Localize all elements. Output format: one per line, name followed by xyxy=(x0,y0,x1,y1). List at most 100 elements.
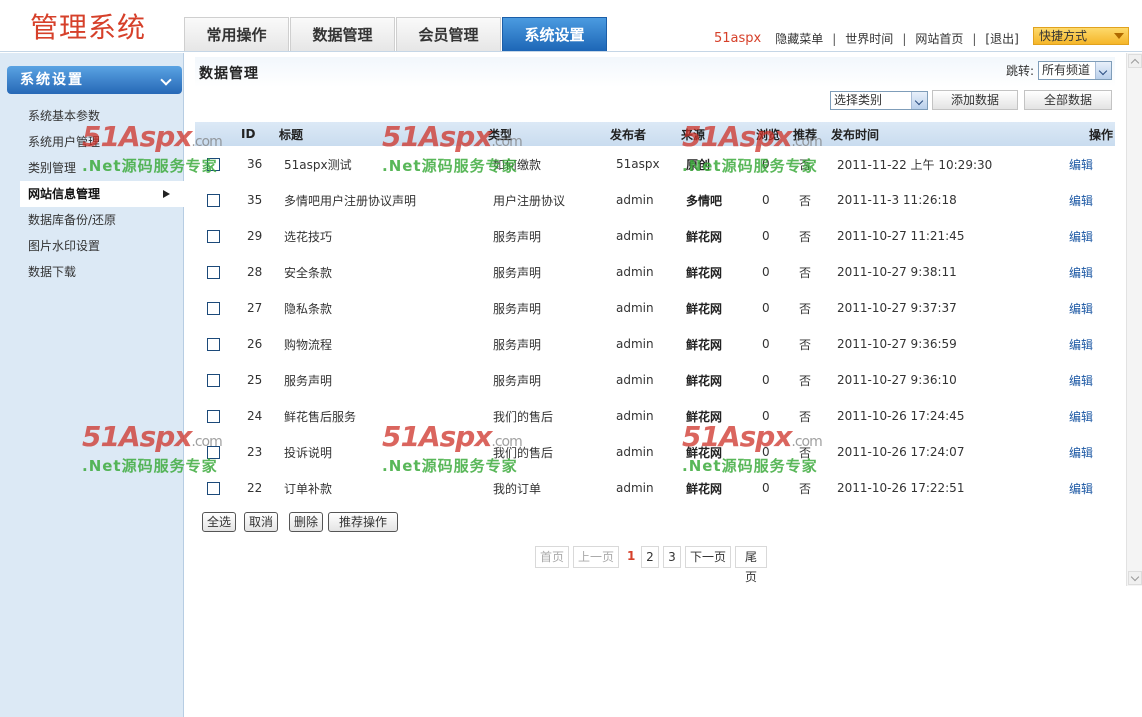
row-select-checkbox[interactable] xyxy=(207,301,220,315)
row-select-checkbox[interactable] xyxy=(207,193,220,207)
recommend-button[interactable]: 推荐操作 xyxy=(328,512,398,532)
col-action: 操作 xyxy=(1089,127,1114,142)
row-publish-time: 2011-10-27 9:36:10 xyxy=(837,373,957,387)
row-title: 服务声明 xyxy=(284,373,333,388)
next-page-button[interactable]: 下一页 xyxy=(685,546,731,568)
row-recommend: 否 xyxy=(799,373,812,388)
table-row: 28 安全条款 服务声明 admin 鲜花网 0 否 2011-10-27 9:38:11 编辑 xyxy=(195,254,1115,290)
table-row: 36 51aspx测试 如何缴款 51aspx 原创 0 否 2011-11-22 上午 10… xyxy=(195,146,1115,182)
row-id: 29 xyxy=(247,229,263,243)
row-source: 鲜花网 xyxy=(686,337,723,352)
sidebar-item-category-management[interactable]: 类别管理 xyxy=(0,155,184,181)
sidebar-header[interactable]: 系统设置 xyxy=(7,66,182,94)
data-toolbar: 选择类别 添加数据 全部数据 xyxy=(830,90,1112,110)
sidebar-item-basic-params[interactable]: 系统基本参数 xyxy=(0,103,184,129)
row-publish-time: 2011-11-3 11:26:18 xyxy=(837,193,957,207)
row-views: 0 xyxy=(762,445,770,459)
brand-link[interactable]: 51aspx xyxy=(714,31,761,46)
first-page-button[interactable]: 首页 xyxy=(535,546,569,568)
row-publisher: admin xyxy=(616,481,654,495)
last-page-button[interactable]: 尾页 xyxy=(735,546,767,584)
main-content: 数据管理 跳转: 所有频道 选择类别 添加数据 全部数据 ID 标题 类型 发布… xyxy=(185,53,1126,717)
site-home-link[interactable]: 网站首页 xyxy=(915,30,963,47)
cancel-selection-button[interactable]: 取消 xyxy=(244,512,278,532)
row-type: 服务声明 xyxy=(493,373,542,388)
channel-select[interactable]: 所有频道 xyxy=(1038,61,1113,80)
col-type: 类型 xyxy=(488,127,513,142)
row-views: 0 xyxy=(762,193,770,207)
page-title: 数据管理 xyxy=(199,66,259,82)
sidebar-item-system-users[interactable]: 系统用户管理 xyxy=(0,129,184,155)
row-select-checkbox[interactable] xyxy=(207,373,220,387)
sidebar-item-database-backup[interactable]: 数据库备份/还原 xyxy=(0,207,184,233)
row-recommend: 否 xyxy=(799,229,812,244)
row-type: 如何缴款 xyxy=(493,157,542,172)
quick-menu-dropdown[interactable]: 快捷方式 xyxy=(1033,27,1129,45)
scroll-up-icon[interactable] xyxy=(1128,54,1142,68)
add-data-button[interactable]: 添加数据 xyxy=(932,90,1018,110)
row-select-checkbox[interactable] xyxy=(207,229,220,243)
col-recommend: 推荐 xyxy=(793,127,818,142)
prev-page-button[interactable]: 上一页 xyxy=(573,546,619,568)
row-edit-link[interactable]: 编辑 xyxy=(1069,434,1093,470)
row-views: 0 xyxy=(762,337,770,351)
hide-menu-link[interactable]: 隐藏菜单 xyxy=(775,30,823,47)
table-row: 29 选花技巧 服务声明 admin 鲜花网 0 否 2011-10-27 11:21:45 编… xyxy=(195,218,1115,254)
row-edit-link[interactable]: 编辑 xyxy=(1069,146,1093,182)
category-select[interactable]: 选择类别 xyxy=(830,90,928,110)
row-checkbox-cell xyxy=(207,146,220,182)
delete-button[interactable]: 删除 xyxy=(289,512,323,532)
row-checkbox-cell xyxy=(207,290,220,326)
tab-common-operations[interactable]: 常用操作 xyxy=(184,17,289,51)
vertical-scrollbar[interactable] xyxy=(1126,53,1142,586)
all-data-button[interactable]: 全部数据 xyxy=(1024,90,1112,110)
scroll-down-icon[interactable] xyxy=(1128,571,1142,585)
tab-member-management[interactable]: 会员管理 xyxy=(396,17,501,51)
row-publisher: admin xyxy=(616,373,654,387)
row-select-checkbox[interactable] xyxy=(207,337,220,351)
row-edit-link[interactable]: 编辑 xyxy=(1069,398,1093,434)
row-publish-time: 2011-10-27 11:21:45 xyxy=(837,229,965,243)
page-3-button[interactable]: 3 xyxy=(663,546,681,568)
sidebar-header-label: 系统设置 xyxy=(20,72,84,88)
sidebar-item-watermark-settings[interactable]: 图片水印设置 xyxy=(0,233,184,259)
jump-label: 跳转: xyxy=(1006,64,1035,78)
row-edit-link[interactable]: 编辑 xyxy=(1069,326,1093,362)
row-id: 22 xyxy=(247,481,263,495)
row-views: 0 xyxy=(762,265,770,279)
sidebar-menu: 系统基本参数 系统用户管理 类别管理 网站信息管理 数据库备份/还原 图片水印设… xyxy=(0,103,184,285)
tab-system-settings[interactable]: 系统设置 xyxy=(502,17,607,51)
tab-data-management[interactable]: 数据管理 xyxy=(290,17,395,51)
row-recommend: 否 xyxy=(799,193,812,208)
row-publisher: admin xyxy=(616,193,654,207)
row-id: 25 xyxy=(247,373,263,387)
sidebar-item-site-info-management[interactable]: 网站信息管理 xyxy=(20,181,184,207)
sidebar-item-data-download[interactable]: 数据下载 xyxy=(0,259,184,285)
row-id: 36 xyxy=(247,157,263,171)
page-1-button[interactable]: 1 xyxy=(623,546,637,568)
row-edit-link[interactable]: 编辑 xyxy=(1069,182,1093,218)
row-source: 鲜花网 xyxy=(686,229,723,244)
row-edit-link[interactable]: 编辑 xyxy=(1069,254,1093,290)
world-time-link[interactable]: 世界时间 xyxy=(845,30,893,47)
table-row: 26 购物流程 服务声明 admin 鲜花网 0 否 2011-10-27 9:36:59 编辑 xyxy=(195,326,1115,362)
select-all-button[interactable]: 全选 xyxy=(202,512,236,532)
page-2-button[interactable]: 2 xyxy=(641,546,659,568)
row-select-checkbox[interactable] xyxy=(207,157,220,171)
row-select-checkbox[interactable] xyxy=(207,481,220,495)
row-edit-link[interactable]: 编辑 xyxy=(1069,362,1093,398)
col-title: 标题 xyxy=(279,127,304,142)
row-edit-link[interactable]: 编辑 xyxy=(1069,290,1093,326)
row-id: 26 xyxy=(247,337,263,351)
row-edit-link[interactable]: 编辑 xyxy=(1069,470,1093,506)
row-select-checkbox[interactable] xyxy=(207,409,220,423)
row-edit-link[interactable]: 编辑 xyxy=(1069,218,1093,254)
row-id: 27 xyxy=(247,301,263,315)
logout-link[interactable]: [退出] xyxy=(985,30,1018,47)
row-select-checkbox[interactable] xyxy=(207,265,220,279)
row-recommend: 否 xyxy=(799,409,812,424)
row-type: 服务声明 xyxy=(493,301,542,316)
row-type: 服务声明 xyxy=(493,265,542,280)
row-select-checkbox[interactable] xyxy=(207,445,220,459)
chevron-down-icon xyxy=(160,74,172,86)
